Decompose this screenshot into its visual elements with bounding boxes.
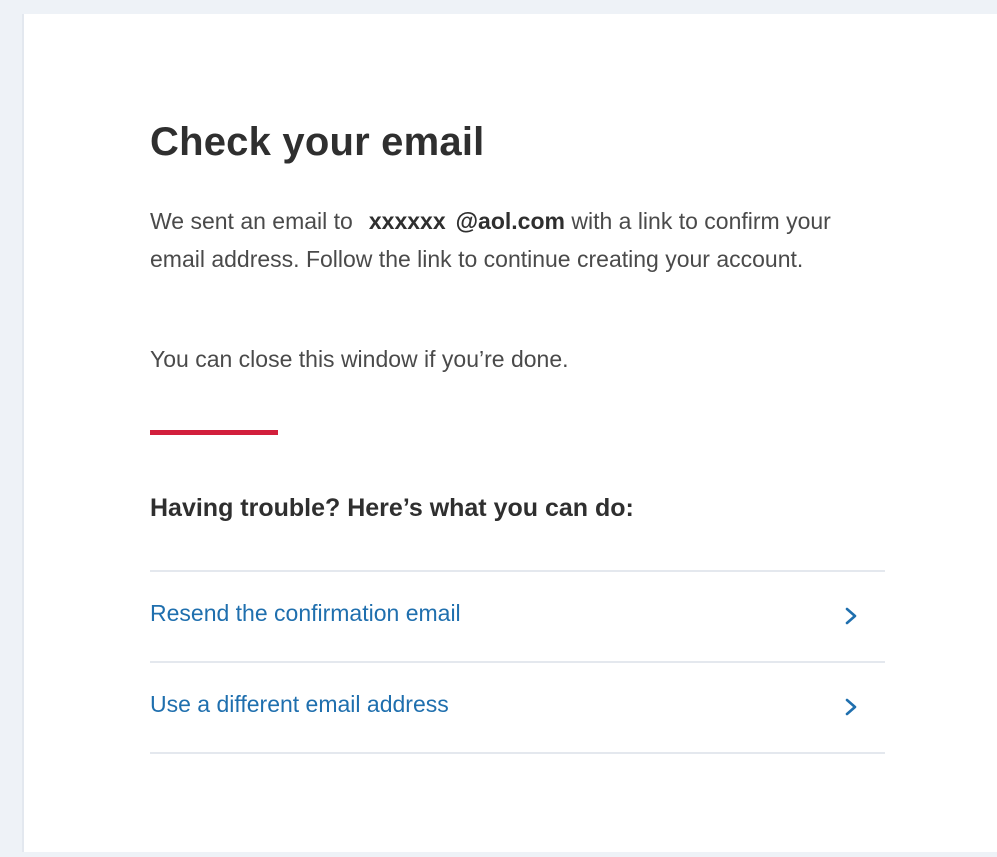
email-domain: @aol.com: [455, 208, 565, 234]
different-email-label: Use a different email address: [150, 691, 449, 717]
resend-confirmation-link[interactable]: Resend the confirmation email: [150, 572, 885, 663]
different-email-link[interactable]: Use a different email address: [150, 663, 885, 754]
chevron-right-icon: [841, 697, 861, 717]
email-sent-message: We sent an email to xxxxxx @aol.com with a…: [150, 202, 885, 278]
resend-confirmation-label: Resend the confirmation email: [150, 600, 461, 626]
help-options-list: Resend the confirmation email Use a diff…: [150, 570, 885, 754]
confirmation-card: Check your email We sent an email to xxxx…: [22, 14, 997, 852]
page-title: Check your email: [150, 120, 485, 164]
help-heading: Having trouble? Here’s what you can do:: [150, 494, 634, 522]
message-prefix: We sent an email to: [150, 208, 353, 234]
accent-divider: [150, 430, 278, 435]
close-window-note: You can close this window if you’re done…: [150, 346, 569, 372]
chevron-right-icon: [841, 606, 861, 626]
email-local-part: xxxxxx: [368, 208, 446, 234]
